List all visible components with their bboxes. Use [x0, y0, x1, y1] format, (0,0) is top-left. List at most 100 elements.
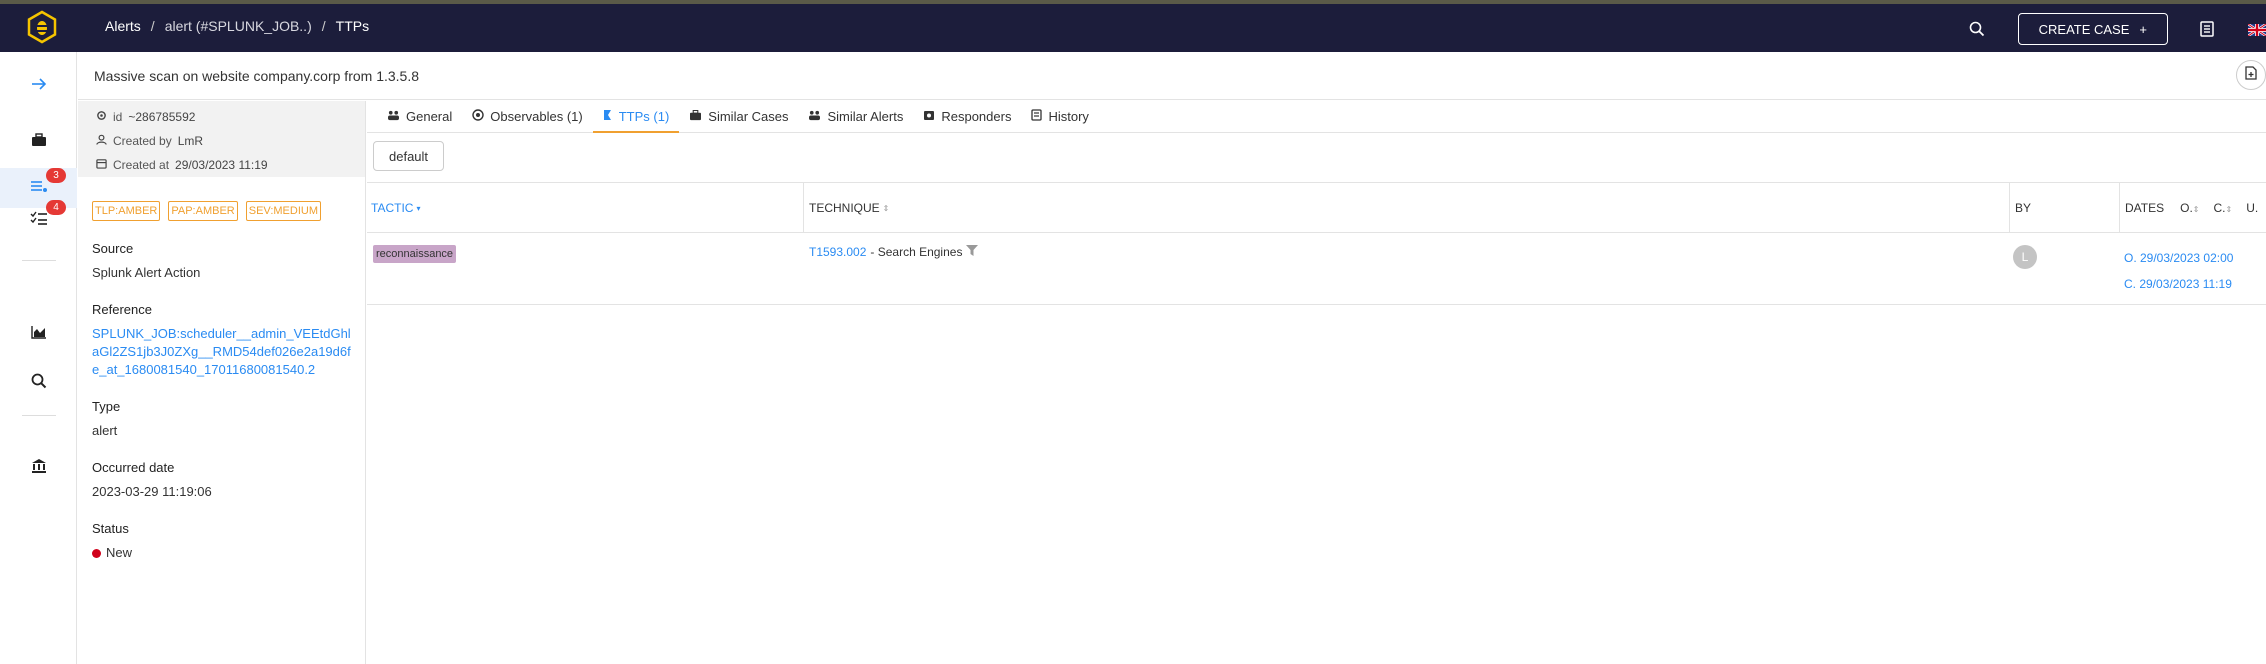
created-date: C. 29/03/2023 11:19 — [2124, 277, 2232, 291]
tab-label: History — [1048, 108, 1089, 124]
gear-icon — [96, 110, 107, 124]
created-at-label: Created at — [113, 158, 170, 172]
tab-similar-alerts[interactable]: Similar Alerts — [798, 101, 913, 133]
tactic-column-header[interactable]: TACTIC ▾ — [367, 183, 420, 233]
breadcrumb: Alerts / alert (#SPLUNK_JOB..) / TTPs — [105, 18, 369, 34]
tab-responders[interactable]: Responders — [913, 101, 1021, 133]
sort-created-button[interactable]: C.⇕ — [2214, 201, 2233, 215]
technique-id-link[interactable]: T1593.002 — [809, 245, 866, 259]
cases-icon — [689, 109, 702, 124]
sort-occurred-button[interactable]: O.⇕ — [2180, 201, 2199, 215]
breadcrumb-current: TTPs — [335, 18, 370, 34]
tab-ttps[interactable]: TTPs (1) — [592, 101, 680, 133]
id-label: id — [113, 110, 123, 124]
alert-id-row: id ~286785592 — [96, 105, 365, 129]
sidebar: 3 4 — [0, 52, 77, 664]
main-content: General Observables (1) TTPs (1) Similar… — [367, 101, 2266, 664]
plus-icon: + — [2139, 21, 2147, 37]
alert-meta: id ~286785592 Created by LmR Created at … — [78, 101, 365, 177]
responders-icon — [923, 109, 935, 124]
thehive-logo-icon[interactable] — [24, 10, 60, 46]
tag-list: TLP:AMBER PAP:AMBER SEV:MEDIUM — [78, 177, 365, 221]
sort-updated-button[interactable]: U. — [2246, 201, 2258, 215]
export-button[interactable] — [2236, 60, 2266, 90]
status-text: New — [106, 545, 133, 560]
occurred-sort-label: O. — [2180, 201, 2193, 215]
expand-sidebar-icon[interactable] — [0, 64, 77, 104]
source-value: Splunk Alert Action — [92, 265, 201, 280]
breadcrumb-separator: / — [150, 18, 155, 34]
observables-icon — [472, 108, 484, 124]
dashboards-chart-icon[interactable] — [0, 312, 77, 352]
alert-title: Massive scan on website company.corp fro… — [94, 68, 420, 84]
tab-general[interactable]: General — [377, 101, 462, 133]
occurred-field: Occurred date 2023-03-29 11:19:06 — [78, 460, 365, 501]
alerts-icon — [30, 179, 48, 198]
tasks-icon — [30, 211, 48, 230]
source-label: Source — [92, 241, 134, 256]
sort-desc-icon: ▾ — [416, 203, 421, 213]
tab-label: TTPs (1) — [618, 108, 670, 124]
reference-link[interactable]: SPLUNK_JOB:scheduler__admin_VEEtdGhlaGl2… — [92, 325, 351, 379]
filter-funnel-icon[interactable] — [966, 245, 979, 259]
alert-title-bar: Massive scan on website company.corp fro… — [78, 52, 2266, 100]
table-row: reconnaissance T1593.002 - Search Engine… — [367, 233, 2266, 305]
create-case-button[interactable]: CREATE CASE + — [2017, 13, 2168, 45]
status-value: New — [92, 544, 351, 562]
tab-label: General — [406, 108, 453, 124]
alerts-icon — [808, 109, 821, 124]
sidebar-divider — [22, 260, 56, 261]
cases-briefcase-icon[interactable] — [0, 120, 77, 160]
top-bar: Alerts / alert (#SPLUNK_JOB..) / TTPs CR… — [0, 0, 2266, 52]
sort-icon: ⇕ — [2225, 205, 2233, 214]
file-export-icon — [2245, 65, 2257, 85]
tasks-count-badge: 4 — [46, 200, 66, 215]
alerts-count-badge: 3 — [46, 168, 66, 183]
type-label: Type — [92, 399, 121, 414]
search-icon[interactable] — [0, 361, 77, 401]
type-field: Type alert — [78, 399, 365, 440]
id-value: ~286785592 — [128, 110, 196, 124]
tactic-cell: reconnaissance — [373, 245, 457, 263]
updated-sort-label: U. — [2246, 201, 2259, 215]
breadcrumb-alerts[interactable]: Alerts — [105, 18, 141, 34]
created-at-value: 29/03/2023 11:19 — [175, 158, 268, 172]
search-icon[interactable] — [1962, 14, 1992, 44]
tab-label: Responders — [941, 108, 1012, 124]
created-by-value: LmR — [177, 134, 204, 148]
reference-label: Reference — [92, 302, 152, 317]
default-filter-button[interactable]: default — [373, 141, 445, 171]
by-cell: L — [2013, 245, 2037, 269]
ttp-icon — [603, 109, 613, 124]
dates-header-label: DATES — [2125, 201, 2165, 215]
tab-label: Similar Cases — [708, 108, 789, 124]
tab-label: Similar Alerts — [827, 108, 904, 124]
top-right-actions: CREATE CASE + — [1962, 12, 2266, 46]
occurred-value: 2023-03-29 11:19:06 — [92, 484, 212, 499]
avatar: L — [2013, 245, 2037, 269]
technique-name: - Search Engines — [870, 245, 963, 259]
severity-tag: SEV:MEDIUM — [245, 201, 321, 221]
occurred-label: Occurred date — [92, 460, 175, 475]
history-icon — [1031, 108, 1043, 124]
breadcrumb-alert[interactable]: alert (#SPLUNK_JOB..) — [165, 18, 312, 34]
occurred-date: O. 29/03/2023 02:00 — [2124, 251, 2234, 265]
created-by-label: Created by — [113, 134, 172, 148]
tab-history[interactable]: History — [1021, 101, 1098, 133]
column-divider — [803, 183, 804, 233]
dates-column-header: DATES O.⇕ C.⇕ U. — [2121, 183, 2258, 233]
ttp-table-header: TACTIC ▾ TECHNIQUE ⇕ BY DATES O.⇕ C.⇕ U. — [367, 183, 2266, 233]
tactic-header-label: TACTIC — [371, 201, 414, 215]
sidebar-item-tasks[interactable]: 4 — [0, 200, 77, 240]
technique-column-header[interactable]: TECHNIQUE ⇕ — [805, 183, 889, 233]
user-icon — [96, 134, 107, 148]
pap-tag: PAP:AMBER — [168, 201, 238, 221]
dates-cell: O. 29/03/2023 02:00 C. 29/03/2023 11:19 — [2124, 245, 2233, 297]
organisation-bank-icon[interactable] — [0, 446, 77, 486]
tab-observables[interactable]: Observables (1) — [462, 101, 592, 133]
status-dot-icon — [92, 549, 101, 558]
organisation-icon[interactable] — [2192, 14, 2222, 44]
uk-flag-icon[interactable] — [2247, 23, 2266, 37]
tab-similar-cases[interactable]: Similar Cases — [679, 101, 798, 133]
status-field: Status New — [78, 521, 365, 562]
